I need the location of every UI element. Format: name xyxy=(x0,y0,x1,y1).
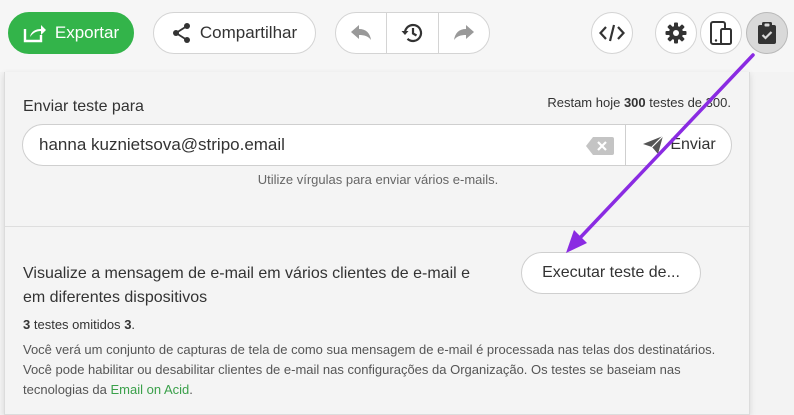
redo-button[interactable] xyxy=(439,13,489,53)
export-label: Exportar xyxy=(54,23,120,42)
quota-suffix: . xyxy=(727,95,731,110)
send-button[interactable]: Enviar xyxy=(625,125,732,165)
share-label: Compartilhar xyxy=(199,23,298,42)
history-icon xyxy=(401,23,423,43)
test-email-button[interactable] xyxy=(746,12,788,54)
omitted-count: 3 xyxy=(23,317,31,332)
gear-icon xyxy=(665,22,687,44)
email-field-container: Enviar xyxy=(22,124,732,166)
undo-icon xyxy=(351,25,372,40)
history-controls xyxy=(335,12,490,54)
run-test-label: Executar teste de... xyxy=(542,264,680,281)
email-on-acid-link[interactable]: Email on Acid xyxy=(110,382,189,397)
clear-input-icon[interactable] xyxy=(586,137,614,155)
quota-remaining: 300 xyxy=(623,95,646,110)
settings-button[interactable] xyxy=(655,12,697,54)
device-preview-button[interactable] xyxy=(700,12,742,54)
preview-title: Visualize a mensagem de e-mail em vários… xyxy=(23,265,471,306)
run-test-button[interactable]: Executar teste de... xyxy=(521,252,701,294)
clipboard-check-icon xyxy=(758,22,776,44)
description-end: . xyxy=(189,382,193,397)
send-label: Enviar xyxy=(670,136,716,153)
history-button[interactable] xyxy=(386,13,439,53)
paper-plane-icon xyxy=(643,135,664,154)
devices-icon xyxy=(710,21,732,45)
share-icon xyxy=(172,23,190,43)
quota-total: 300 xyxy=(705,95,728,110)
email-hint: Utilize vírgulas para enviar vários e-ma… xyxy=(257,172,499,187)
undo-button[interactable] xyxy=(336,13,386,53)
code-icon xyxy=(599,24,625,42)
quota-text: Restam hoje 300 testes de 300. xyxy=(547,95,731,110)
quota-middle: testes de xyxy=(649,95,703,110)
omitted-text: testes omitidos xyxy=(33,317,121,332)
share-button[interactable]: Compartilhar xyxy=(153,12,316,54)
omitted-suffix: . xyxy=(131,317,136,332)
send-test-title: Enviar teste para xyxy=(23,98,144,115)
export-icon xyxy=(23,25,46,43)
omitted-tests: 3 testes omitidos 3. xyxy=(23,317,135,332)
email-field[interactable] xyxy=(23,125,581,165)
redo-icon xyxy=(453,25,474,40)
preview-description: Você verá um conjunto de capturas de tel… xyxy=(23,340,735,400)
export-button[interactable]: Exportar xyxy=(8,12,134,54)
test-panel: Enviar teste para Restam hoje 300 testes… xyxy=(4,72,750,415)
code-editor-button[interactable] xyxy=(591,12,633,54)
top-toolbar: Exportar Compartilhar xyxy=(0,0,794,72)
quota-prefix: Restam hoje xyxy=(547,95,621,110)
section-divider xyxy=(5,226,749,227)
